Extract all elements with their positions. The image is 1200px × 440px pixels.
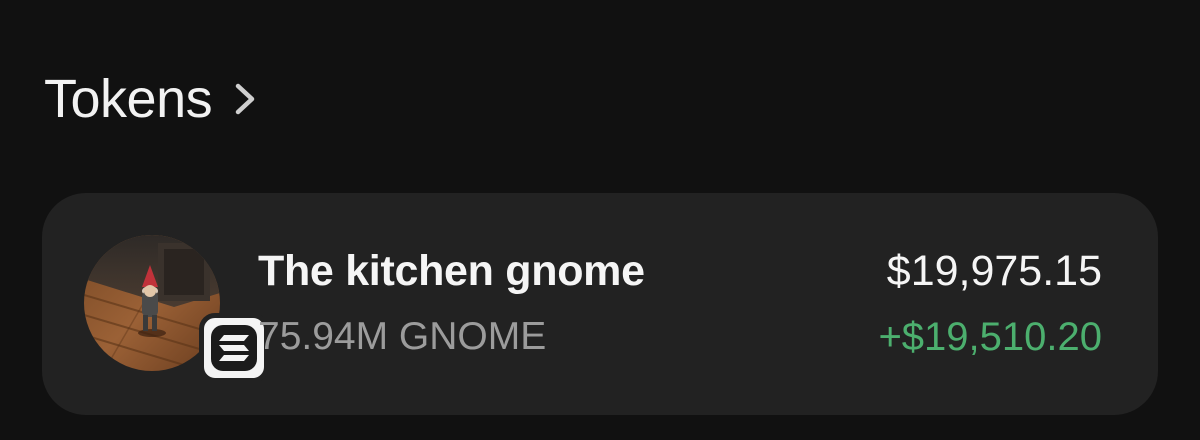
token-amount: 75.94M GNOME <box>258 315 547 358</box>
token-value: $19,975.15 <box>886 247 1102 295</box>
token-name: The kitchen gnome <box>258 247 645 295</box>
section-title: Tokens <box>44 69 213 129</box>
chevron-right-icon <box>232 81 258 117</box>
token-change: +$19,510.20 <box>878 315 1102 359</box>
token-avatar-container <box>84 235 269 383</box>
tokens-section-header[interactable]: Tokens <box>44 64 258 134</box>
token-row-kitchen-gnome[interactable]: The kitchen gnome 75.94M GNOME $19,975.1… <box>42 193 1158 415</box>
